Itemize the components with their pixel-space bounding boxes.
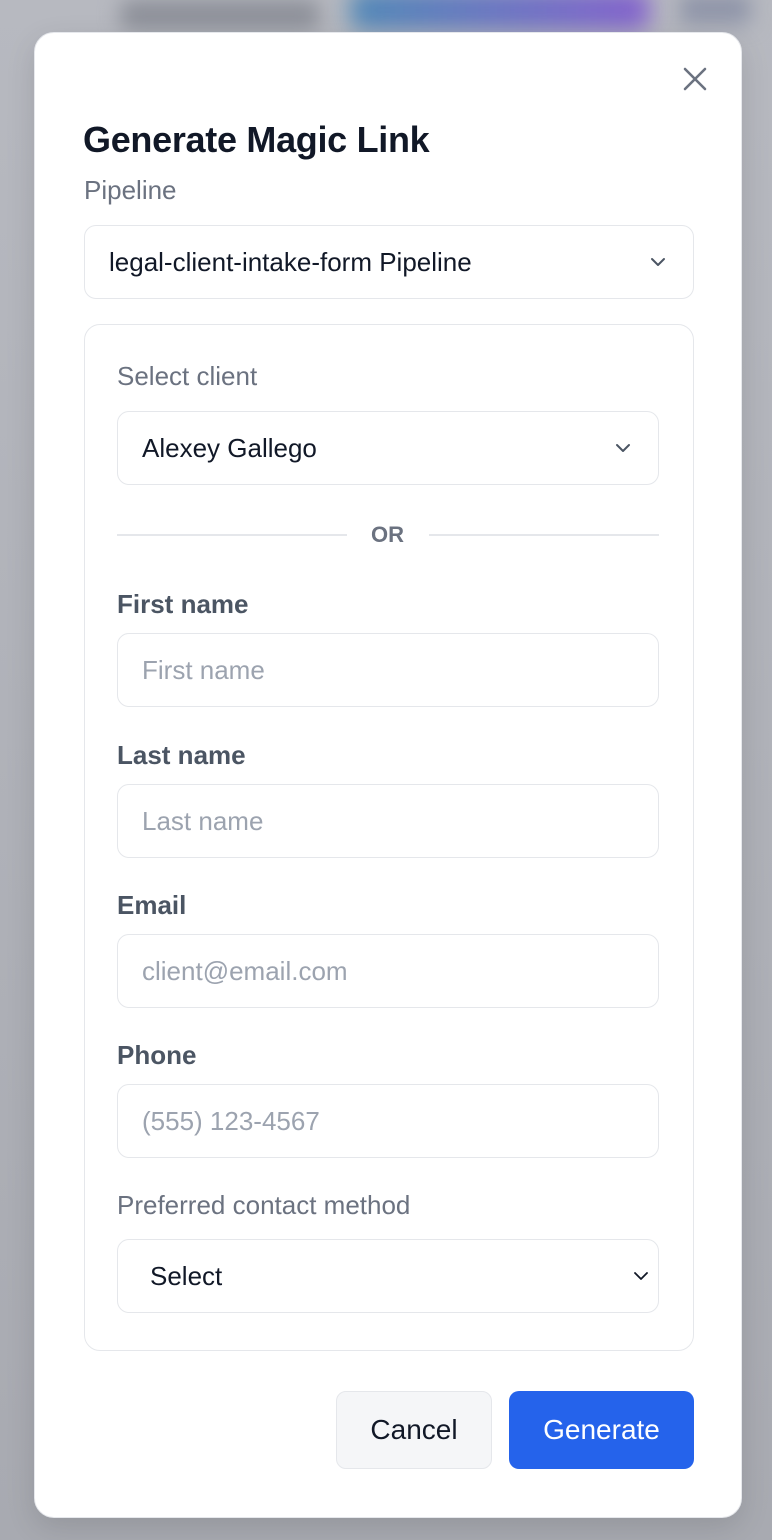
email-input[interactable] (117, 934, 659, 1008)
phone-input[interactable] (117, 1084, 659, 1158)
phone-label: Phone (117, 1040, 197, 1070)
last-name-input[interactable] (117, 784, 659, 858)
email-label: Email (117, 890, 187, 920)
last-name-label: Last name (117, 740, 246, 770)
generate-magic-link-modal: Generate Magic Link Pipeline legal-clien… (34, 32, 742, 1518)
close-button[interactable] (677, 61, 713, 97)
generate-button[interactable]: Generate (509, 1391, 694, 1469)
client-details-card: Select client Alexey Gallego OR First na… (84, 324, 694, 1351)
cancel-button[interactable]: Cancel (336, 1391, 492, 1469)
divider-line-right (429, 534, 659, 536)
chevron-down-icon (647, 251, 669, 273)
divider-line-left (117, 534, 347, 536)
first-name-label: First name (117, 589, 249, 619)
client-select-value: Alexey Gallego (142, 432, 317, 463)
modal-title: Generate Magic Link (83, 119, 430, 160)
background-shape (120, 0, 320, 30)
contact-method-select-value: Select (150, 1260, 223, 1291)
background-shape (350, 0, 650, 30)
pipeline-select-value: legal-client-intake-form Pipeline (109, 246, 472, 277)
background-shape (680, 0, 750, 24)
or-divider-text: OR (371, 522, 404, 547)
chevron-down-icon (630, 1265, 652, 1287)
pipeline-label: Pipeline (84, 175, 177, 205)
client-select[interactable]: Alexey Gallego (117, 411, 659, 485)
close-icon (683, 67, 707, 91)
chevron-down-icon (612, 437, 634, 459)
contact-method-select[interactable]: Select (117, 1239, 659, 1313)
pipeline-select[interactable]: legal-client-intake-form Pipeline (84, 225, 694, 299)
first-name-input[interactable] (117, 633, 659, 707)
contact-method-label: Preferred contact method (117, 1190, 411, 1220)
select-client-label: Select client (117, 361, 258, 391)
